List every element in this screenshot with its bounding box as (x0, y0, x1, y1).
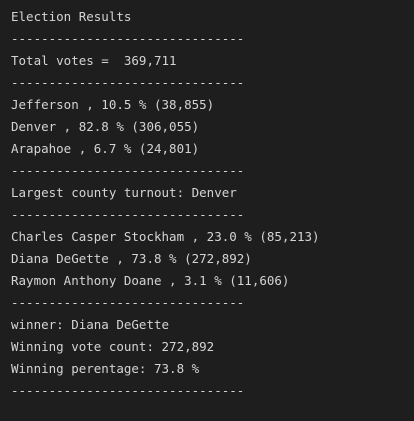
total-votes-line: Total votes = 369,711 (11, 53, 177, 68)
county-result-arapahoe: Arapahoe , 6.7 % (24,801) (11, 141, 200, 156)
candidate-result-degette: Diana DeGette , 73.8 % (272,892) (11, 251, 252, 266)
winning-vote-count: Winning vote count: 272,892 (11, 339, 215, 354)
divider-line: ------------------------------- (11, 163, 245, 178)
county-result-jefferson: Jefferson , 10.5 % (38,855) (11, 97, 215, 112)
winner-line: winner: Diana DeGette (11, 317, 170, 332)
county-result-denver: Denver , 82.8 % (306,055) (11, 119, 200, 134)
candidate-result-doane: Raymon Anthony Doane , 3.1 % (11,606) (11, 273, 290, 288)
terminal-output: Election Results -----------------------… (0, 0, 414, 421)
divider-line: ------------------------------- (11, 75, 245, 90)
divider-line: ------------------------------- (11, 207, 245, 222)
results-title: Election Results (11, 9, 132, 24)
divider-line: ------------------------------- (11, 295, 245, 310)
divider-line: ------------------------------- (11, 383, 245, 398)
divider-line: ------------------------------- (11, 31, 245, 46)
candidate-result-stockham: Charles Casper Stockham , 23.0 % (85,213… (11, 229, 320, 244)
winning-percentage: Winning perentage: 73.8 % (11, 361, 200, 376)
largest-county-turnout: Largest county turnout: Denver (11, 185, 237, 200)
